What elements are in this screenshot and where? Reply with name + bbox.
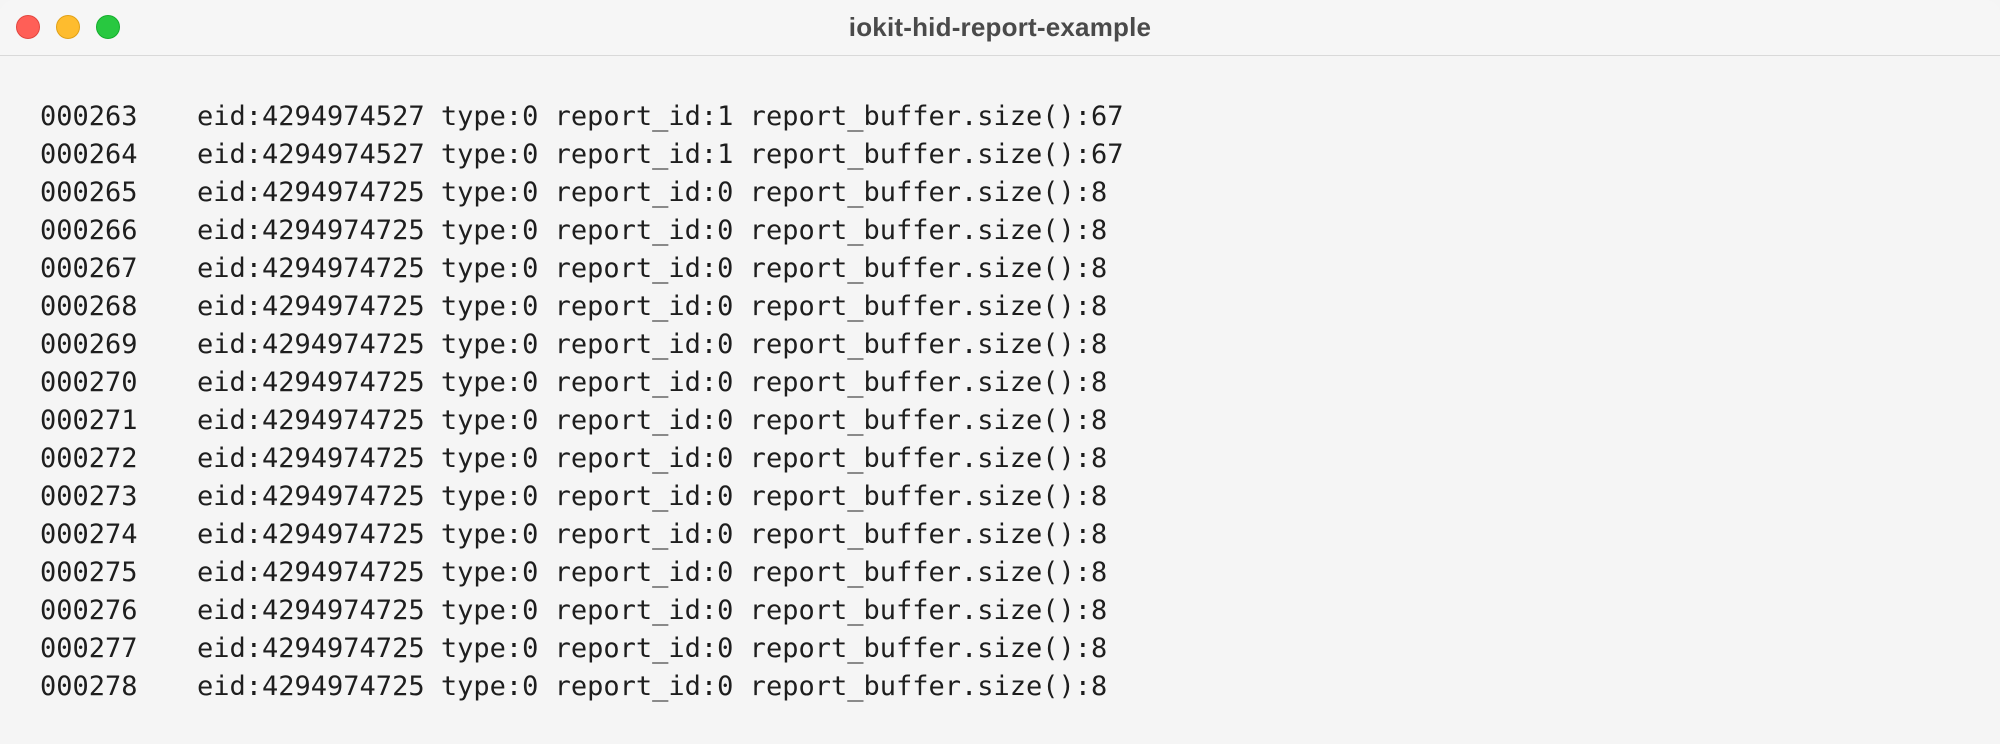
log-row: 000272 eid:4294974725 type:0 report_id:0 … bbox=[40, 440, 1124, 478]
log-row-message: eid:4294974725 type:0 report_id:0 report… bbox=[197, 519, 1108, 550]
log-row: 000276 eid:4294974725 type:0 report_id:0 … bbox=[40, 592, 1124, 630]
log-row: 000270 eid:4294974725 type:0 report_id:0 … bbox=[40, 364, 1124, 402]
log-row: 000269 eid:4294974725 type:0 report_id:0 … bbox=[40, 326, 1124, 364]
log-row-index: 000274 bbox=[40, 519, 138, 550]
title-bar[interactable]: iokit-hid-report-example bbox=[0, 0, 2000, 56]
log-row: 000266 eid:4294974725 type:0 report_id:0 … bbox=[40, 212, 1124, 250]
log-row-index: 000277 bbox=[40, 633, 138, 664]
log-row: 000273 eid:4294974725 type:0 report_id:0 … bbox=[40, 478, 1124, 516]
log-row-message: eid:4294974725 type:0 report_id:0 report… bbox=[197, 367, 1108, 398]
log-row: 000274 eid:4294974725 type:0 report_id:0 … bbox=[40, 516, 1124, 554]
log-row-index: 000276 bbox=[40, 595, 138, 626]
log-row-index: 000267 bbox=[40, 253, 138, 284]
log-row-index: 000263 bbox=[40, 101, 138, 132]
log-row-message: eid:4294974725 type:0 report_id:0 report… bbox=[197, 177, 1108, 208]
log-row-message: eid:4294974725 type:0 report_id:0 report… bbox=[197, 443, 1108, 474]
log-row-message: eid:4294974725 type:0 report_id:0 report… bbox=[197, 671, 1108, 702]
log-row-index: 000278 bbox=[40, 671, 138, 702]
log-row-index: 000269 bbox=[40, 329, 138, 360]
log-row-index: 000270 bbox=[40, 367, 138, 398]
log-row-index: 000266 bbox=[40, 215, 138, 246]
log-row-index: 000268 bbox=[40, 291, 138, 322]
log-row-message: eid:4294974725 type:0 report_id:0 report… bbox=[197, 253, 1108, 284]
log-row-message: eid:4294974725 type:0 report_id:0 report… bbox=[197, 215, 1108, 246]
log-row-message: eid:4294974527 type:0 report_id:1 report… bbox=[197, 101, 1124, 132]
log-row-index: 000272 bbox=[40, 443, 138, 474]
log-row-message: eid:4294974725 type:0 report_id:0 report… bbox=[197, 633, 1108, 664]
log-row-message: eid:4294974725 type:0 report_id:0 report… bbox=[197, 595, 1108, 626]
log-row-index: 000275 bbox=[40, 557, 138, 588]
log-list[interactable]: 000263 eid:4294974527 type:0 report_id:1 … bbox=[40, 98, 1124, 706]
log-row: 000271 eid:4294974725 type:0 report_id:0 … bbox=[40, 402, 1124, 440]
log-row-index: 000273 bbox=[40, 481, 138, 512]
log-row: 000278 eid:4294974725 type:0 report_id:0 … bbox=[40, 668, 1124, 706]
log-row: 000264 eid:4294974527 type:0 report_id:1 … bbox=[40, 136, 1124, 174]
log-row: 000275 eid:4294974725 type:0 report_id:0 … bbox=[40, 554, 1124, 592]
window-title: iokit-hid-report-example bbox=[848, 12, 1152, 42]
log-row: 000267 eid:4294974725 type:0 report_id:0 … bbox=[40, 250, 1124, 288]
log-row-message: eid:4294974725 type:0 report_id:0 report… bbox=[197, 481, 1108, 512]
app-window: iokit-hid-report-example 000263 eid:42949… bbox=[0, 0, 2000, 744]
log-row-message: eid:4294974725 type:0 report_id:0 report… bbox=[197, 291, 1108, 322]
log-row-message: eid:4294974725 type:0 report_id:0 report… bbox=[197, 329, 1108, 360]
log-row: 000268 eid:4294974725 type:0 report_id:0 … bbox=[40, 288, 1124, 326]
log-row-message: eid:4294974725 type:0 report_id:0 report… bbox=[197, 405, 1108, 436]
log-row-message: eid:4294974725 type:0 report_id:0 report… bbox=[197, 557, 1108, 588]
log-row-message: eid:4294974527 type:0 report_id:1 report… bbox=[197, 139, 1124, 170]
log-row-index: 000264 bbox=[40, 139, 138, 170]
log-row-index: 000265 bbox=[40, 177, 138, 208]
log-row: 000277 eid:4294974725 type:0 report_id:0 … bbox=[40, 630, 1124, 668]
log-row: 000265 eid:4294974725 type:0 report_id:0 … bbox=[40, 174, 1124, 212]
log-row-index: 000271 bbox=[40, 405, 138, 436]
log-row: 000263 eid:4294974527 type:0 report_id:1 … bbox=[40, 98, 1124, 136]
